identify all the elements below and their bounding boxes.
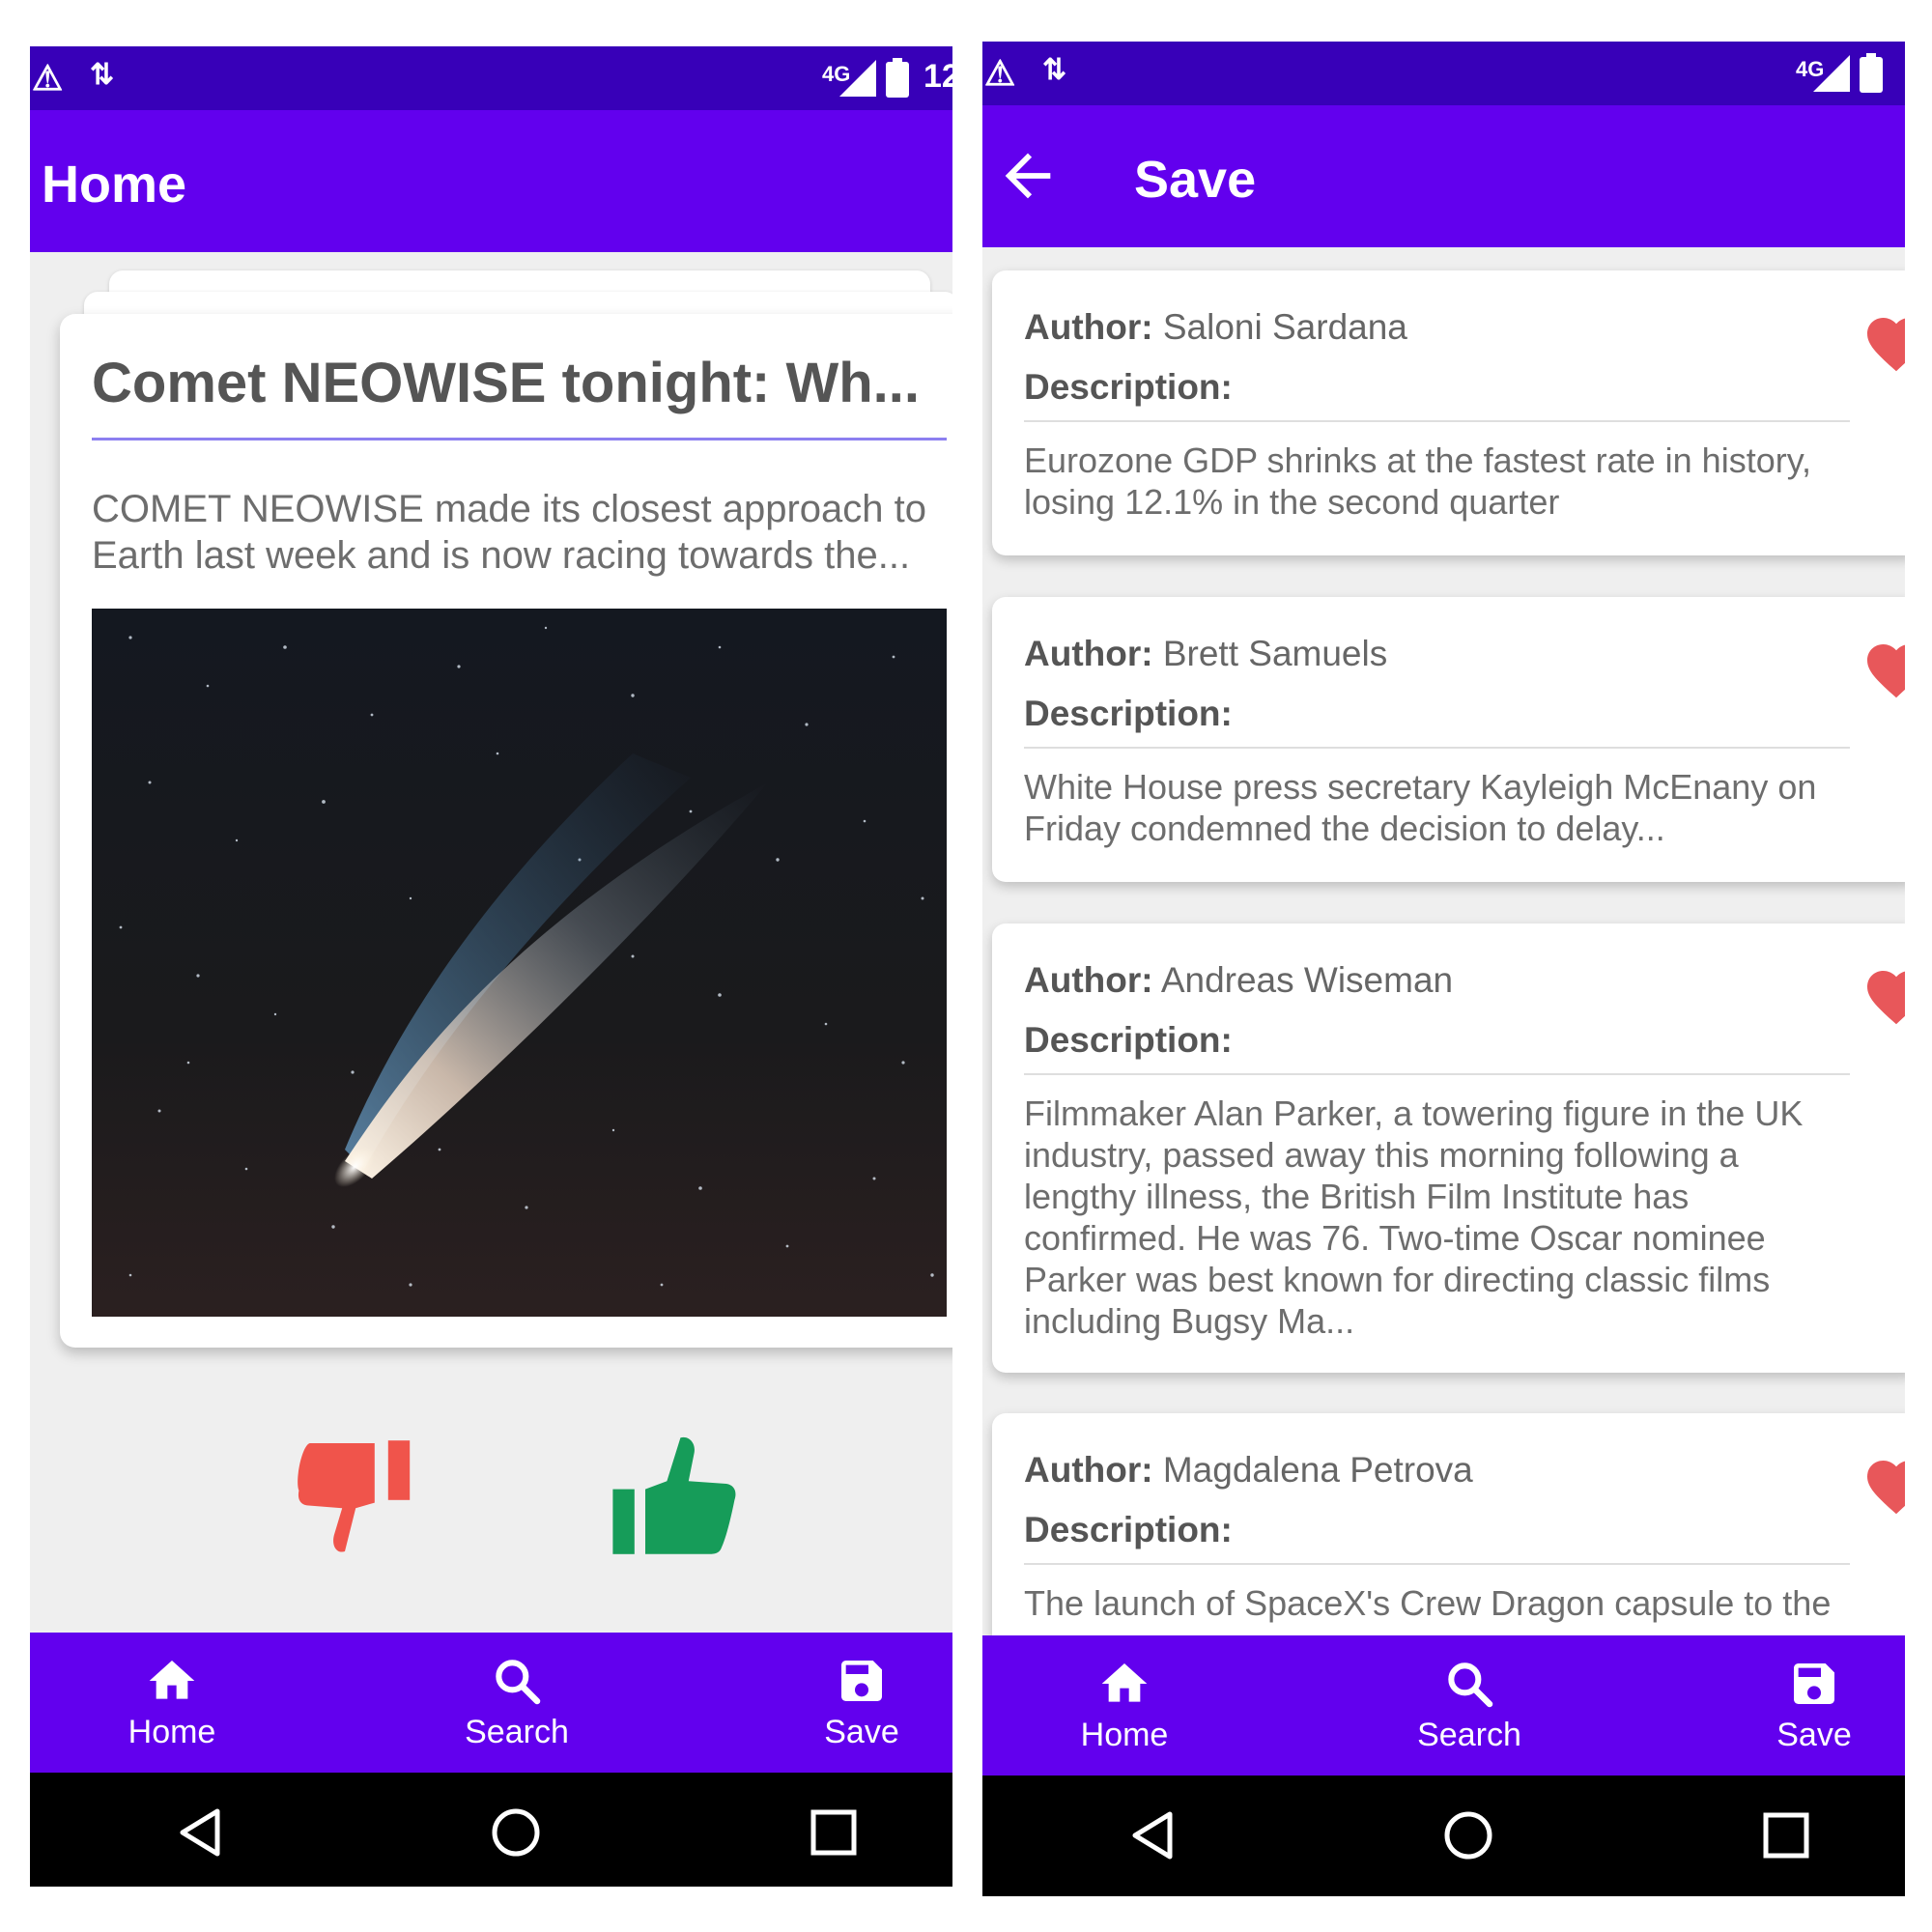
author-name: Andreas Wiseman bbox=[1160, 960, 1454, 1000]
nav-home-label: Home bbox=[128, 1714, 216, 1750]
saved-article-card[interactable]: Author: Saloni Sardana Description: Euro… bbox=[992, 270, 1905, 555]
news-card-title: Comet NEOWISE tonight: Wh... bbox=[92, 352, 921, 414]
system-navigation-bar bbox=[982, 1776, 1905, 1896]
description-label: Description: bbox=[1024, 694, 1233, 733]
data-transfer-icon: ⇅ bbox=[1042, 54, 1067, 86]
clock: 12 bbox=[923, 58, 952, 95]
divider bbox=[1024, 1563, 1850, 1565]
thumbs-down-icon[interactable] bbox=[291, 1430, 426, 1565]
nav-search-label: Search bbox=[465, 1714, 569, 1750]
author-row: Author: Magdalena Petrova bbox=[1024, 1450, 1473, 1491]
author-name: Magdalena Petrova bbox=[1162, 1450, 1473, 1490]
search-icon bbox=[1448, 1662, 1493, 1708]
comet-image bbox=[92, 609, 947, 1317]
nav-save-label: Save bbox=[1776, 1717, 1852, 1753]
recents-nav-icon[interactable] bbox=[1757, 1806, 1815, 1864]
arrow-back-icon[interactable] bbox=[994, 142, 1062, 210]
data-transfer-icon: ⇅ bbox=[90, 59, 115, 91]
news-card-description: COMET NEOWISE made its closest approach … bbox=[92, 488, 927, 577]
divider bbox=[1024, 1073, 1850, 1075]
save-screen: ⚠ ⇅ 4G Save Author: Saloni Sardana Descr… bbox=[982, 42, 1905, 1896]
warning-icon: ⚠ bbox=[984, 53, 1016, 93]
heart-icon[interactable] bbox=[1861, 309, 1905, 373]
nav-save[interactable]: Save bbox=[784, 1654, 939, 1751]
divider bbox=[1024, 420, 1850, 422]
signal-icon bbox=[1813, 55, 1850, 92]
nav-search[interactable]: Search bbox=[1392, 1657, 1547, 1754]
app-bar: Home bbox=[30, 110, 952, 252]
saved-article-card[interactable]: Author: Brett Samuels Description: White… bbox=[992, 597, 1905, 882]
author-label: Author: bbox=[1024, 634, 1153, 673]
author-row: Author: Andreas Wiseman bbox=[1024, 960, 1453, 1001]
article-description: The launch of SpaceX's Crew Dragon capsu… bbox=[1024, 1583, 1832, 1623]
nav-search[interactable]: Search bbox=[440, 1654, 594, 1751]
author-name: Brett Samuels bbox=[1162, 634, 1388, 673]
nav-search-label: Search bbox=[1417, 1717, 1521, 1753]
search-icon bbox=[496, 1660, 541, 1705]
author-label: Author: bbox=[1024, 1450, 1153, 1490]
home-nav-icon[interactable] bbox=[1439, 1806, 1497, 1864]
nav-home[interactable]: Home bbox=[95, 1654, 249, 1751]
author-name: Saloni Sardana bbox=[1162, 307, 1407, 347]
nav-home[interactable]: Home bbox=[1047, 1657, 1202, 1754]
system-navigation-bar bbox=[30, 1773, 952, 1887]
nav-save[interactable]: Save bbox=[1737, 1657, 1891, 1754]
save-icon bbox=[1794, 1663, 1834, 1704]
signal-icon bbox=[839, 60, 876, 97]
page-title: Home bbox=[42, 156, 187, 213]
news-card[interactable]: Comet NEOWISE tonight: Wh... COMET NEOWI… bbox=[60, 314, 952, 1348]
title-divider bbox=[92, 438, 947, 440]
thumbs-up-icon[interactable] bbox=[605, 1430, 740, 1565]
status-bar: ⚠ ⇅ 4G 12 bbox=[30, 46, 952, 110]
recents-nav-icon[interactable] bbox=[805, 1804, 863, 1861]
back-nav-icon[interactable] bbox=[1125, 1806, 1183, 1864]
author-row: Author: Saloni Sardana bbox=[1024, 307, 1407, 348]
article-description: Eurozone GDP shrinks at the fastest rate… bbox=[1024, 440, 1812, 522]
heart-icon[interactable] bbox=[1861, 636, 1905, 699]
article-description: Filmmaker Alan Parker, a towering figure… bbox=[1024, 1094, 1804, 1341]
battery-icon bbox=[886, 58, 909, 98]
saved-article-card[interactable]: Author: Andreas Wiseman Description: Fil… bbox=[992, 923, 1905, 1373]
description-label: Description: bbox=[1024, 1020, 1233, 1060]
home-nav-icon[interactable] bbox=[487, 1804, 545, 1861]
app-bar: Save bbox=[982, 105, 1905, 247]
author-row: Author: Brett Samuels bbox=[1024, 634, 1387, 674]
battery-icon bbox=[1860, 53, 1883, 93]
back-nav-icon[interactable] bbox=[173, 1804, 231, 1861]
bottom-navigation: Home Search Save bbox=[30, 1633, 952, 1773]
status-bar: ⚠ ⇅ 4G bbox=[982, 42, 1905, 105]
warning-icon: ⚠ bbox=[32, 58, 64, 98]
heart-icon[interactable] bbox=[1861, 962, 1905, 1026]
home-icon bbox=[149, 1661, 195, 1699]
divider bbox=[1024, 747, 1850, 749]
description-label: Description: bbox=[1024, 367, 1233, 407]
bottom-navigation: Home Search Save bbox=[982, 1635, 1905, 1776]
heart-icon[interactable] bbox=[1861, 1452, 1905, 1516]
author-label: Author: bbox=[1024, 960, 1153, 1000]
description-label: Description: bbox=[1024, 1510, 1233, 1549]
home-icon bbox=[1101, 1663, 1148, 1702]
article-description: White House press secretary Kayleigh McE… bbox=[1024, 767, 1817, 848]
page-title: Save bbox=[1134, 151, 1257, 209]
author-label: Author: bbox=[1024, 307, 1153, 347]
nav-home-label: Home bbox=[1080, 1717, 1169, 1753]
nav-save-label: Save bbox=[824, 1714, 899, 1750]
home-screen: ⚠ ⇅ 4G 12 Home Comet NEOWISE tonight: Wh… bbox=[30, 46, 952, 1887]
save-icon bbox=[841, 1661, 882, 1701]
